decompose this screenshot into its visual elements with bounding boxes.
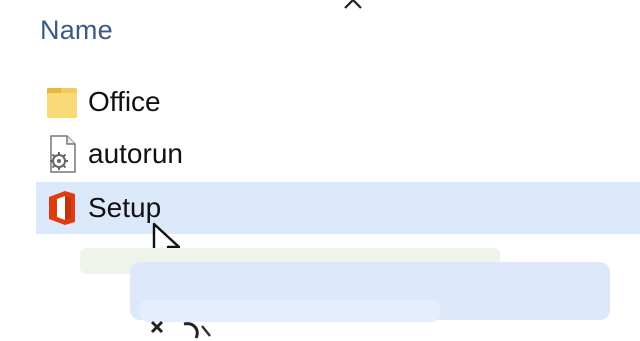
file-row-office[interactable]: Office xyxy=(36,76,161,128)
file-row-autorun[interactable]: autorun xyxy=(36,128,183,180)
settings-file-icon xyxy=(44,134,80,174)
file-name-office: Office xyxy=(88,86,161,117)
blurred-cursor-trail xyxy=(150,320,211,339)
file-row-setup[interactable]: Setup xyxy=(36,182,640,234)
office-logo-icon xyxy=(44,188,80,228)
name-column-label: Name xyxy=(40,14,113,45)
folder-icon xyxy=(44,82,80,122)
file-name-setup: Setup xyxy=(88,192,162,223)
name-column-header[interactable]: Name xyxy=(40,10,113,50)
file-name-autorun: autorun xyxy=(88,138,183,169)
file-explorer-viewport: Name Office autorun Setup xyxy=(0,0,640,341)
close-icon[interactable] xyxy=(341,0,365,12)
